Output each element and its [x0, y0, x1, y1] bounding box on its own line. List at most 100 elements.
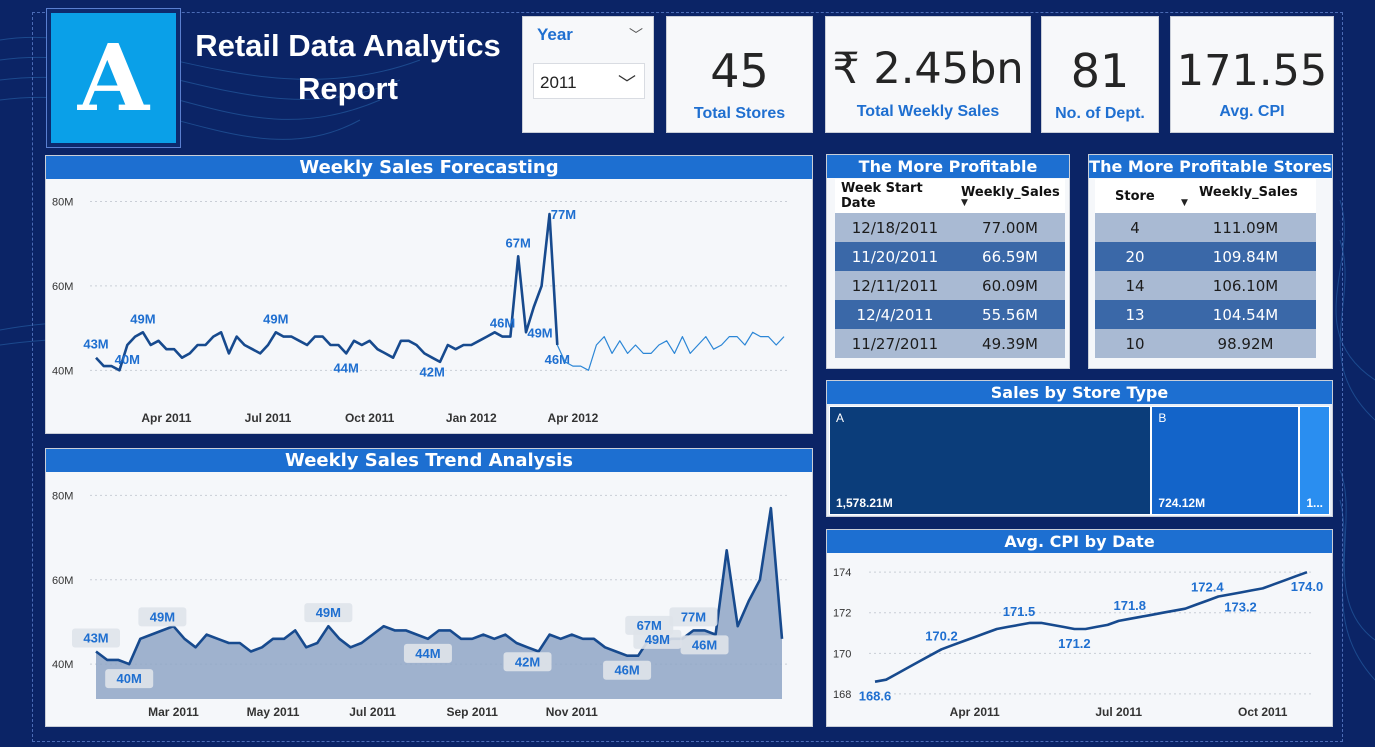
data-label: 171.8	[1113, 598, 1146, 613]
data-label: 174.0	[1291, 579, 1324, 594]
table-row[interactable]: 12/4/2011 55.56M	[835, 300, 1065, 329]
column-header[interactable]: Weekly_Sales ▼	[1175, 179, 1316, 213]
x-tick-label: Mar 2011	[148, 705, 199, 719]
table-row[interactable]: 13 104.54M	[1095, 300, 1316, 329]
table-cell: 60.09M	[955, 271, 1065, 300]
table-row[interactable]: 20 109.84M	[1095, 242, 1316, 271]
logo-letter: A	[77, 24, 150, 132]
column-header[interactable]: Store	[1095, 179, 1175, 213]
data-label: 49M	[527, 325, 552, 340]
data-label: 43M	[83, 337, 108, 352]
table-row[interactable]: 4 111.09M	[1095, 213, 1316, 242]
table-cell: 13	[1095, 300, 1175, 329]
treemap-tile[interactable]: B 724.12M	[1151, 406, 1300, 515]
column-header[interactable]: Weekly_Sales ▼	[955, 179, 1065, 213]
logo-container: A	[46, 8, 181, 148]
kpi-no-of-dept: 81 No. of Dept.	[1041, 16, 1159, 133]
table-row[interactable]: 14 106.10M	[1095, 271, 1316, 300]
profitable-weeks-title: The More Profitable Weeks	[827, 155, 1069, 199]
year-slicer[interactable]: Year ﹀ 2011 ﹀	[522, 16, 654, 133]
kpi-value: ₹ 2.45bn	[832, 44, 1024, 94]
series-line	[95, 212, 559, 372]
year-dropdown[interactable]: 2011 ﹀	[533, 63, 645, 99]
treemap-tile[interactable]: A 1,578.21M	[829, 406, 1152, 515]
cpi-chart-title: Avg. CPI by Date	[827, 530, 1332, 553]
table-cell: 98.92M	[1175, 329, 1316, 358]
data-label: 172.4	[1191, 580, 1224, 595]
table-cell: 12/18/2011	[835, 213, 955, 242]
data-label: 49M	[316, 605, 341, 620]
kpi-caption: No. of Dept.	[1055, 105, 1145, 122]
data-label: 46M	[614, 663, 639, 678]
kpi-caption: Avg. CPI	[1219, 103, 1285, 120]
profitable-weeks-panel: The More Profitable Weeks Week Start Dat…	[826, 154, 1070, 369]
table-cell: 49.39M	[955, 329, 1065, 358]
data-label: 42M	[515, 654, 540, 669]
y-tick-label: 80M	[52, 196, 73, 208]
profitable-weeks-table: Week Start Date Weekly_Sales ▼ 12/18/2011…	[835, 179, 1065, 358]
kpi-total-weekly-sales: ₹ 2.45bn Total Weekly Sales	[825, 16, 1031, 133]
report-title-line1: Retail Data Analytics	[195, 28, 501, 63]
data-label: 49M	[645, 632, 670, 647]
profitable-stores-table: Store Weekly_Sales ▼ 4 111.09M 20 109.84M 1…	[1095, 179, 1316, 358]
table-cell: 111.09M	[1175, 213, 1316, 242]
y-tick-label: 168	[833, 689, 851, 701]
table-cell: 77.00M	[955, 213, 1065, 242]
chevron-down-icon[interactable]: ﹀	[629, 25, 643, 45]
cpi-chart-panel: 168 170 172 174 Apr 2011 Jul 2011 Oct 2011 168.…	[826, 529, 1333, 727]
trend-chart-title: Weekly Sales Trend Analysis	[46, 449, 812, 472]
table-row[interactable]: 12/11/2011 60.09M	[835, 271, 1065, 300]
column-header-label: Weekly_Sales	[961, 184, 1060, 200]
kpi-value: 81	[1070, 44, 1130, 98]
forecast-chart-panel: 40M 60M 80M Apr 2011 Jul 2011 Oct 2011 Jan 201…	[45, 155, 813, 434]
kpi-value: 171.55	[1176, 46, 1328, 96]
data-label: 42M	[420, 365, 445, 380]
store-type-title: Sales by Store Type	[827, 381, 1332, 404]
table-cell: 55.56M	[955, 300, 1065, 329]
data-label: 171.5	[1003, 604, 1036, 619]
table-row[interactable]: 11/20/2011 66.59M	[835, 242, 1065, 271]
y-tick-label: 60M	[52, 281, 73, 293]
data-label: 168.6	[859, 689, 892, 704]
series-area	[96, 508, 782, 699]
year-slicer-label: Year	[537, 25, 573, 44]
table-row[interactable]: 11/27/2011 49.39M	[835, 329, 1065, 358]
forecast-chart-title: Weekly Sales Forecasting	[46, 156, 812, 179]
cpi-chart: 168 170 172 174 Apr 2011 Jul 2011 Oct 2011 168.…	[833, 567, 1324, 719]
treemap-tile[interactable]: 1...	[1299, 406, 1330, 515]
data-label: 46M	[545, 352, 570, 367]
table-cell: 11/20/2011	[835, 242, 955, 271]
table-cell: 109.84M	[1175, 242, 1316, 271]
forecast-chart: 40M 60M 80M Apr 2011 Jul 2011 Oct 2011 Jan 201…	[52, 196, 790, 425]
data-label: 44M	[415, 646, 440, 661]
data-label: 44M	[334, 360, 359, 375]
y-tick-label: 172	[833, 608, 851, 620]
y-tick-label: 60M	[52, 575, 73, 587]
data-label: 173.2	[1224, 599, 1257, 614]
x-tick-label: Jul 2011	[1095, 705, 1142, 719]
x-tick-label: Nov 2011	[546, 705, 598, 719]
table-cell: 12/4/2011	[835, 300, 955, 329]
data-label: 40M	[115, 352, 140, 367]
table-row[interactable]: 12/18/2011 77.00M	[835, 213, 1065, 242]
column-header[interactable]: Week Start Date	[835, 179, 955, 213]
data-label: 46M	[692, 637, 717, 652]
x-tick-label: Apr 2011	[950, 705, 1000, 719]
report-title-line2: Report	[298, 71, 398, 106]
x-tick-label: Jul 2011	[349, 705, 396, 719]
logo-icon: A	[51, 13, 176, 143]
table-cell: 66.59M	[955, 242, 1065, 271]
kpi-caption: Total Stores	[693, 105, 786, 122]
column-header-label: Store	[1115, 188, 1155, 204]
table-row[interactable]: 10 98.92M	[1095, 329, 1316, 358]
chevron-down-icon[interactable]: ﹀	[618, 70, 636, 96]
data-label: 49M	[150, 609, 175, 624]
y-tick-label: 40M	[52, 365, 73, 377]
data-label: 49M	[130, 311, 155, 326]
y-tick-label: 174	[833, 567, 851, 579]
report-title: Retail Data Analytics Report	[180, 24, 516, 110]
data-label: 77M	[681, 609, 706, 624]
x-tick-label: Oct 2011	[1238, 705, 1288, 719]
data-label: 77M	[551, 207, 576, 222]
profitable-stores-panel: The More Profitable Stores Store Weekly_…	[1088, 154, 1333, 369]
